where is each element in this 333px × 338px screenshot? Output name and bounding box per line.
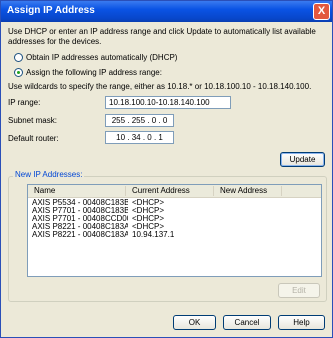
instructions-line-2: addresses for the devices. [8, 37, 102, 46]
cancel-button[interactable]: Cancel [223, 315, 271, 330]
list-row[interactable]: AXIS P5534 - 00408C183B8B <DHCP> [28, 199, 321, 207]
dhcp-label[interactable]: Obtain IP addresses automatically (DHCP) [26, 53, 177, 62]
subnet-mask-input[interactable]: 255 . 255 . 0 . 0 [105, 114, 174, 127]
cell-name: AXIS P7701 - 00408CCD00... [32, 215, 128, 223]
close-button[interactable]: X [313, 3, 330, 20]
list-row[interactable]: AXIS P8221 - 00408C183AA6 10.94.137.1 [28, 231, 321, 239]
cell-name: AXIS P8221 - 00408C183AA6 [32, 231, 128, 239]
instructions-line-1: Use DHCP or enter an IP address range an… [8, 27, 316, 36]
wildcard-hint: Use wildcards to specify the range, eith… [8, 82, 312, 91]
help-button[interactable]: Help [278, 315, 325, 330]
default-router-label: Default router: [8, 134, 59, 143]
column-header-name[interactable]: Name [28, 186, 126, 196]
ip-range-input[interactable]: 10.18.100.10-10.18.140.100 [105, 96, 231, 109]
cell-current: <DHCP> [132, 199, 165, 207]
ip-range-label: IP range: [8, 98, 41, 107]
cell-current: <DHCP> [132, 215, 165, 223]
close-icon: X [317, 5, 326, 17]
subnet-mask-label: Subnet mask: [8, 116, 57, 125]
range-label[interactable]: Assign the following IP address range: [26, 68, 162, 77]
list-row[interactable]: AXIS P8221 - 00408C183AA0 <DHCP> [28, 223, 321, 231]
new-ip-group-label: New IP Addresses: [13, 170, 85, 179]
cell-current: 10.94.137.1 [132, 231, 175, 239]
cell-name: AXIS P7701 - 00408C183B31 [32, 207, 128, 215]
range-radio[interactable] [14, 68, 23, 77]
dhcp-radio[interactable] [14, 53, 23, 62]
new-ip-list[interactable]: Name Current Address New Address AXIS P5… [27, 184, 322, 277]
list-row[interactable]: AXIS P7701 - 00408CCD00... <DHCP> [28, 215, 321, 223]
list-header: Name Current Address New Address [28, 185, 321, 198]
edit-button[interactable]: Edit [278, 283, 320, 298]
title-bar[interactable]: Assign IP Address X [1, 1, 332, 22]
cell-name: AXIS P8221 - 00408C183AA0 [32, 223, 128, 231]
cell-name: AXIS P5534 - 00408C183B8B [32, 199, 128, 207]
cell-current: <DHCP> [132, 207, 165, 215]
assign-ip-dialog: Assign IP Address X Use DHCP or enter an… [0, 0, 333, 338]
update-button[interactable]: Update [280, 152, 325, 167]
ok-button[interactable]: OK [173, 315, 216, 330]
default-router-input[interactable]: 10 . 34 . 0 . 1 [105, 131, 174, 144]
column-header-current-address[interactable]: Current Address [126, 186, 214, 196]
radio-selected-dot [17, 71, 20, 74]
list-row[interactable]: AXIS P7701 - 00408C183B31 <DHCP> [28, 207, 321, 215]
column-header-new-address[interactable]: New Address [214, 186, 282, 196]
dialog-title: Assign IP Address [7, 5, 95, 16]
cell-current: <DHCP> [132, 223, 165, 231]
